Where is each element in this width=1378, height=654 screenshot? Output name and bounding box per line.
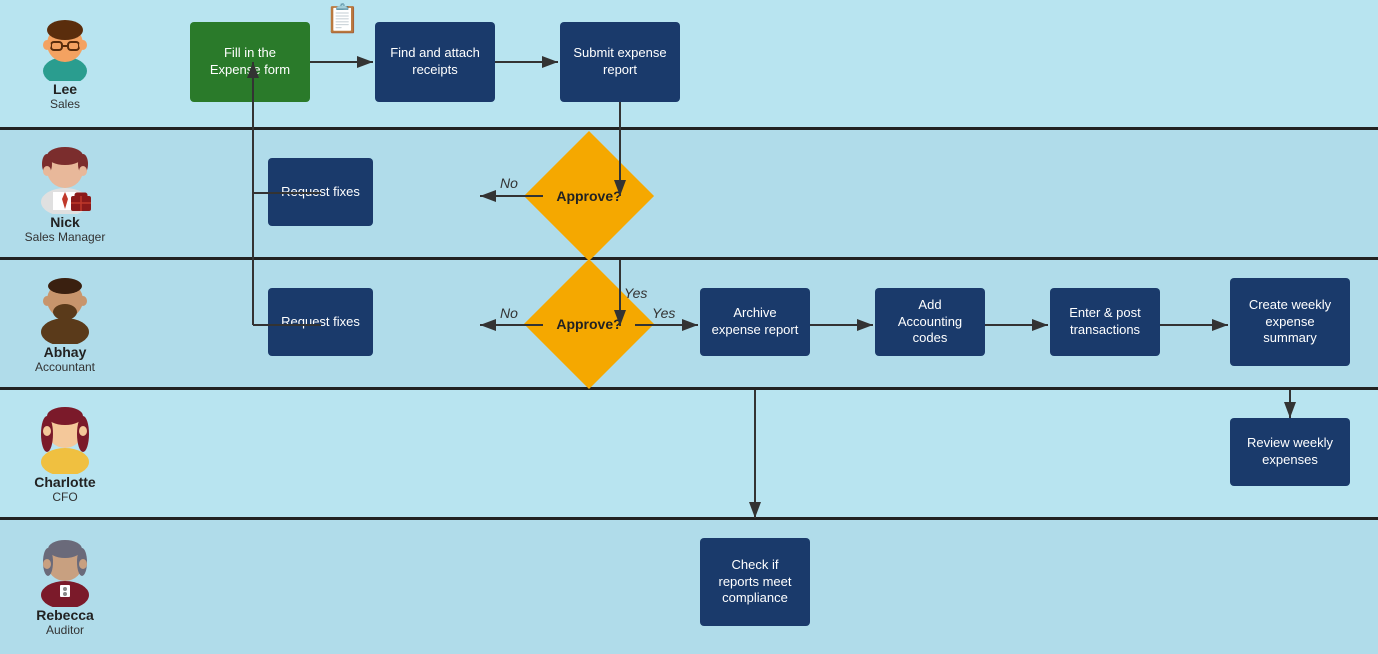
actor-lee: Lee Sales — [0, 8, 130, 119]
submit-report-box[interactable]: Submit expense report — [560, 22, 680, 102]
rebecca-role: Auditor — [46, 623, 84, 637]
approve-nick-diamond[interactable]: Approve? — [543, 150, 635, 242]
actor-abhay: Abhay Accountant — [0, 266, 130, 382]
nick-role: Sales Manager — [25, 230, 106, 244]
charlotte-name: Charlotte — [34, 474, 95, 490]
lee-avatar — [35, 16, 95, 81]
actor-nick: Nick Sales Manager — [0, 136, 130, 252]
review-weekly-box[interactable]: Review weekly expenses — [1230, 418, 1350, 486]
lee-role: Sales — [50, 97, 80, 111]
actor-rebecca: Rebecca Auditor — [0, 529, 130, 645]
archive-report-box[interactable]: Archive expense report — [700, 288, 810, 356]
request-fixes-abhay-box[interactable]: Request fixes — [268, 288, 373, 356]
request-fixes-nick-box[interactable]: Request fixes — [268, 158, 373, 226]
rebecca-avatar — [33, 537, 98, 607]
charlotte-avatar — [33, 404, 98, 474]
nick-avatar — [33, 144, 98, 214]
add-accounting-box[interactable]: Add Accounting codes — [875, 288, 985, 356]
approve-abhay-diamond[interactable]: Approve? — [543, 278, 635, 370]
receipt-icon: 📋 — [325, 2, 360, 35]
fill-expense-box[interactable]: Fill in the Expense form — [190, 22, 310, 102]
actor-charlotte: Charlotte CFO — [0, 396, 130, 512]
abhay-avatar — [33, 274, 98, 344]
abhay-name: Abhay — [44, 344, 87, 360]
nick-name: Nick — [50, 214, 80, 230]
rebecca-name: Rebecca — [36, 607, 94, 623]
abhay-role: Accountant — [35, 360, 95, 374]
create-weekly-box[interactable]: Create weekly expense summary — [1230, 278, 1350, 366]
check-compliance-box[interactable]: Check if reports meet compliance — [700, 538, 810, 626]
enter-post-box[interactable]: Enter & post transactions — [1050, 288, 1160, 356]
charlotte-role: CFO — [52, 490, 77, 504]
find-receipts-box[interactable]: Find and attach receipts — [375, 22, 495, 102]
lee-name: Lee — [53, 81, 77, 97]
